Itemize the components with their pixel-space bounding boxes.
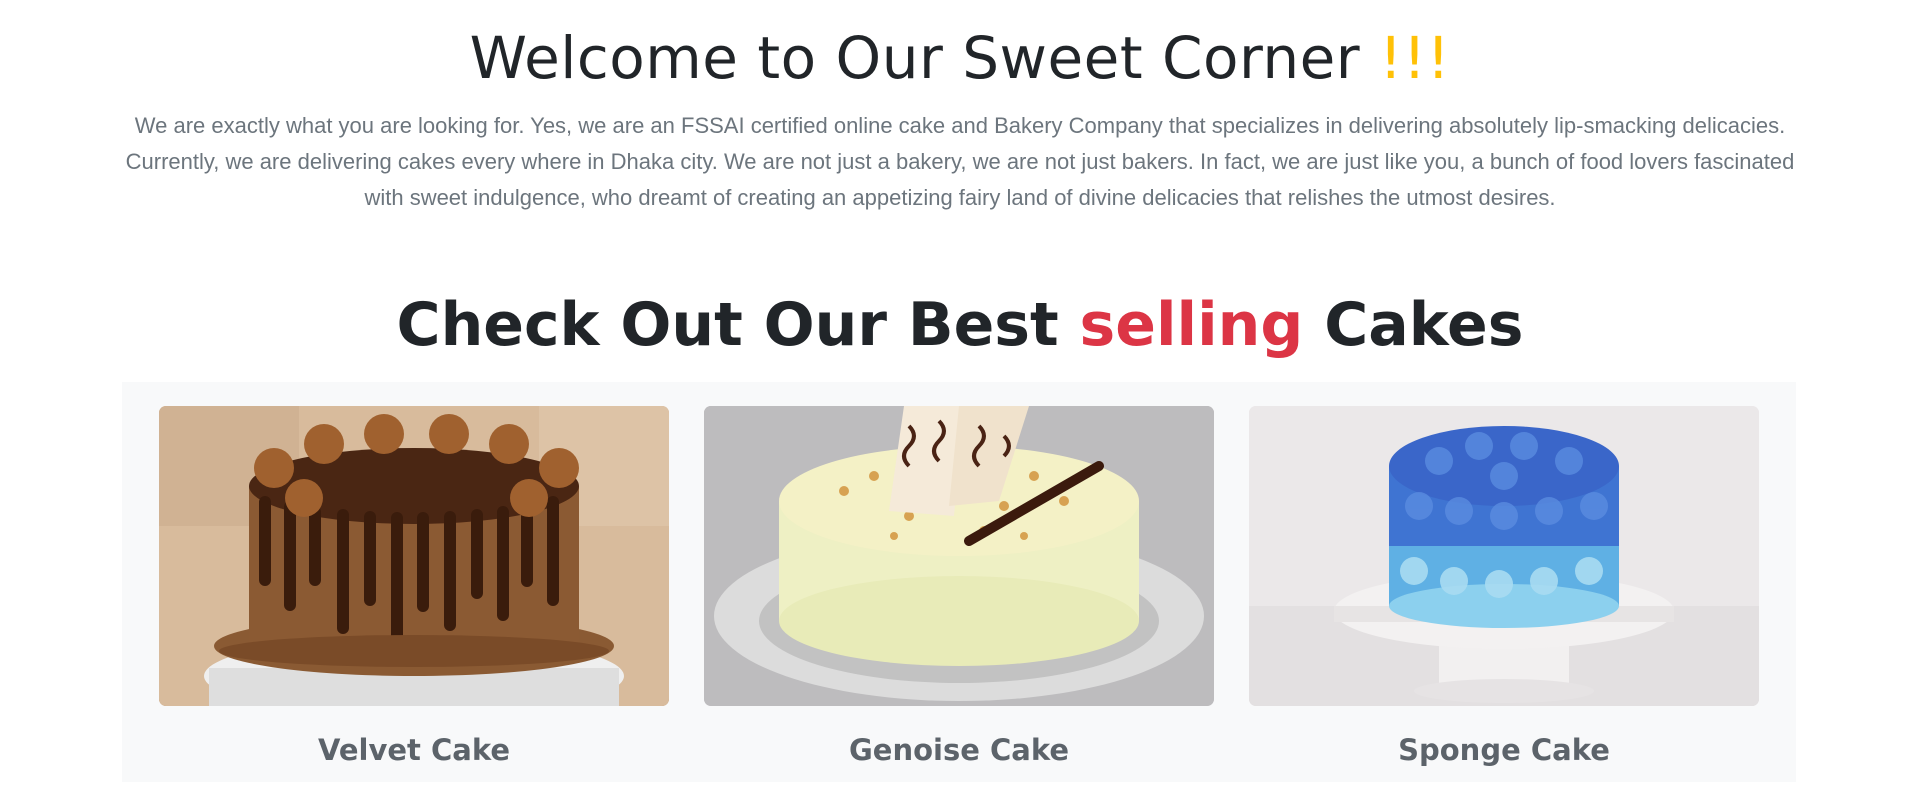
welcome-heading: Welcome to Our Sweet Corner !!! <box>0 20 1920 96</box>
best-selling-title-highlight: selling <box>1079 290 1304 360</box>
cake-card-sponge[interactable]: Sponge Cake <box>1249 406 1759 806</box>
best-selling-title-part2: Cakes <box>1324 290 1524 360</box>
welcome-title: Welcome to Our Sweet Corner <box>469 24 1361 92</box>
blue-rosette-cake-image[interactable] <box>1249 406 1759 706</box>
cake-card-velvet[interactable]: Velvet Cake <box>159 406 669 806</box>
cake-card-title[interactable]: Genoise Cake <box>704 730 1214 770</box>
cake-cards-panel: Velvet Cake Genoise Cake Sponge Cake <box>122 382 1796 782</box>
cake-card-title[interactable]: Velvet Cake <box>159 730 669 770</box>
genoise-cake-illustration <box>704 406 1214 706</box>
sponge-cake-illustration <box>1249 406 1759 706</box>
white-cream-cake-image[interactable] <box>704 406 1214 706</box>
welcome-description: We are exactly what you are looking for.… <box>125 113 1795 210</box>
welcome-section: Welcome to Our Sweet Corner !!! We are e… <box>0 0 1920 216</box>
chocolate-cake-illustration <box>159 406 669 706</box>
cake-card-genoise[interactable]: Genoise Cake <box>704 406 1214 806</box>
chocolate-drip-cake-image[interactable] <box>159 406 669 706</box>
best-selling-heading: Check Out Our Best selling Cakes <box>0 286 1920 364</box>
page: Welcome to Our Sweet Corner !!! We are e… <box>0 0 1920 782</box>
best-selling-title-part1: Check Out Our Best <box>396 290 1059 360</box>
cake-card-title[interactable]: Sponge Cake <box>1249 730 1759 770</box>
welcome-title-accent: !!! <box>1379 24 1451 92</box>
